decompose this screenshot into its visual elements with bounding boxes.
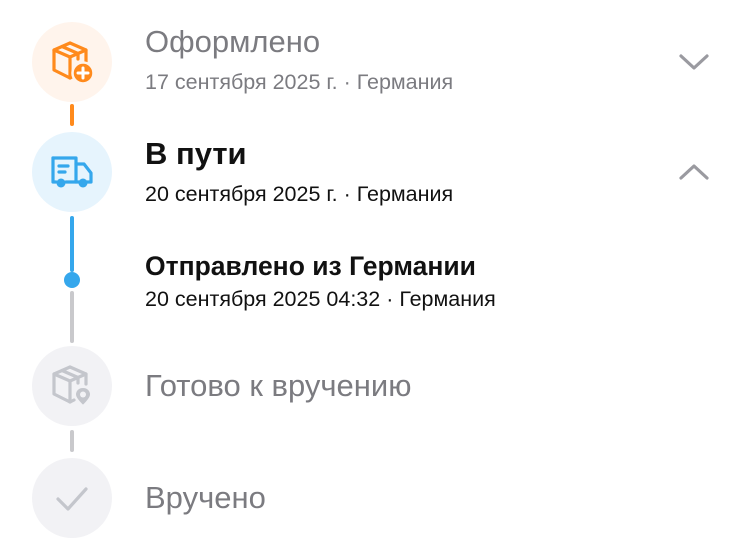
- step-in-transit-date: 20 сентября 2025 г.: [145, 182, 338, 206]
- step-ready-title: Готово к вручению: [145, 368, 412, 403]
- timeline-connector-grey-1: [70, 291, 74, 343]
- step-delivered-title: Вручено: [145, 480, 266, 515]
- step-ordered-date: 17 сентября 2025 г.: [145, 70, 338, 94]
- step-in-transit-icon-circle: [32, 132, 112, 212]
- sub-event-location: Германия: [399, 287, 496, 311]
- sub-event-datetime: 20 сентября 2025 04:32: [145, 287, 381, 311]
- check-icon: [56, 487, 88, 511]
- truck-icon: [51, 156, 93, 188]
- step-delivered-icon-circle: [32, 458, 112, 538]
- chevron-down-icon: [679, 54, 709, 70]
- step-in-transit-location: Германия: [356, 182, 454, 206]
- step-in-transit-meta: 20 сентября 2025 г. · Германия: [145, 182, 454, 206]
- collapse-step-in-transit-button[interactable]: [678, 162, 710, 182]
- timeline-connector-grey-2: [70, 430, 74, 452]
- step-ordered-icon-circle: [32, 22, 112, 102]
- sub-event-title: Отправлено из Германии: [145, 251, 476, 281]
- timeline-connector-orange: [70, 104, 74, 126]
- box-location-icon: [52, 365, 93, 408]
- chevron-up-icon: [679, 164, 709, 180]
- step-in-transit-title: В пути: [145, 136, 247, 171]
- sub-event-dot: [64, 272, 80, 288]
- step-ordered-location: Германия: [356, 70, 454, 94]
- box-plus-icon: [52, 41, 95, 85]
- step-ordered-meta: 17 сентября 2025 г. · Германия: [145, 70, 454, 94]
- sub-event-meta: 20 сентября 2025 04:32 · Германия: [145, 287, 496, 311]
- step-ordered-title: Оформлено: [145, 24, 321, 59]
- step-ready-icon-circle: [32, 346, 112, 426]
- timeline-connector-blue: [70, 216, 74, 272]
- expand-step-ordered-button[interactable]: [678, 52, 710, 72]
